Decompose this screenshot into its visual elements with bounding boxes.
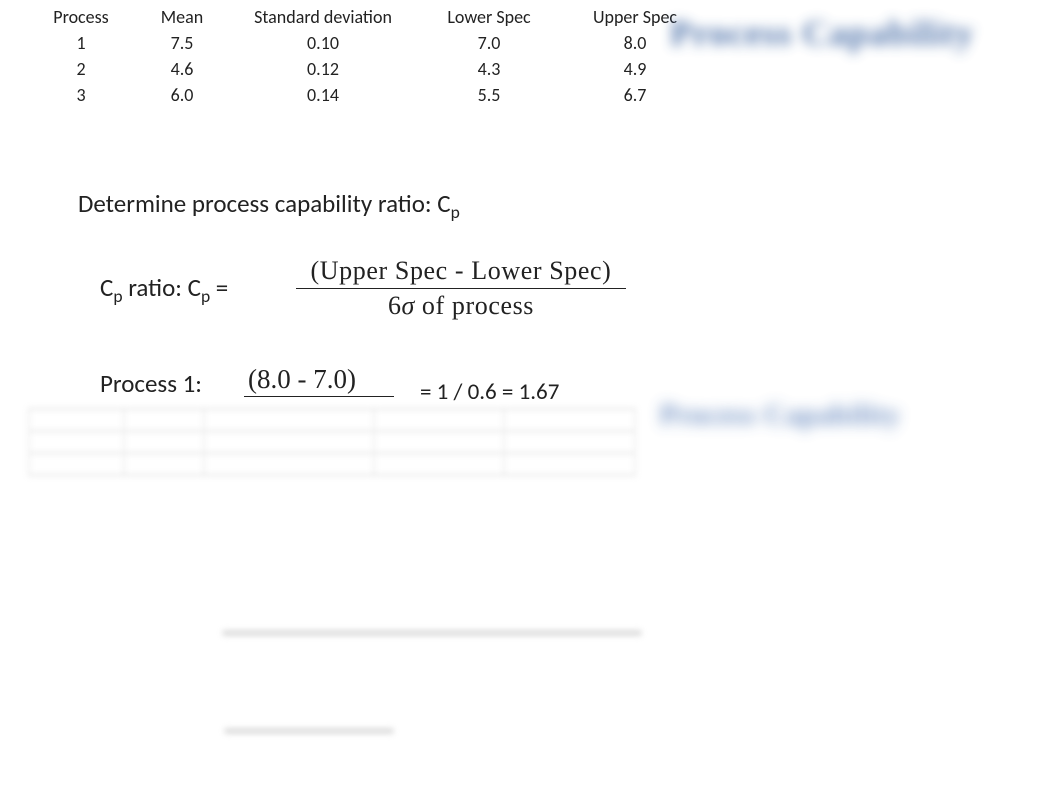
cell-lspec: 4.3 [416, 56, 562, 82]
cell-process: 1 [28, 30, 134, 56]
cp-ratio-text: ratio: C [123, 272, 201, 303]
process-table: Process Mean Standard deviation Lower Sp… [28, 4, 708, 108]
process1-numerator-expression: (8.0 - 7.0) [248, 364, 356, 395]
den-of-process: of process [415, 291, 534, 320]
sigma-symbol: σ [401, 291, 414, 320]
col-header-stdev: Standard deviation [230, 4, 416, 30]
cp-symbol-1: C [100, 272, 113, 303]
col-header-lspec: Lower Spec [416, 4, 562, 30]
cp-equals: = [210, 272, 228, 303]
col-header-mean: Mean [134, 4, 230, 30]
table-header-row: Process Mean Standard deviation Lower Sp… [28, 4, 708, 30]
process1-fraction-bar [244, 396, 394, 397]
cell-uspec: 4.9 [562, 56, 708, 82]
table-row: 2 4.6 0.12 4.3 4.9 [28, 56, 708, 82]
cell-stdev: 0.10 [230, 30, 416, 56]
cell-stdev: 0.14 [230, 82, 416, 108]
heading-text: Determine process capability ratio: C [78, 188, 451, 219]
den-six: 6 [388, 291, 402, 320]
cell-stdev: 0.12 [230, 56, 416, 82]
cell-process: 3 [28, 82, 134, 108]
cell-lspec: 5.5 [416, 82, 562, 108]
heading-subscript: p [451, 201, 460, 223]
cell-mean: 4.6 [134, 56, 230, 82]
blurred-title-top: Process Capability [670, 12, 974, 54]
cell-process: 2 [28, 56, 134, 82]
heading-determine-cp: Determine process capability ratio: Cp [78, 188, 460, 223]
process1-result: = 1 / 0.6 = 1.67 [420, 378, 559, 406]
fraction-denominator: 6σ of process [286, 289, 636, 321]
cell-lspec: 7.0 [416, 30, 562, 56]
cell-uspec: 6.7 [562, 82, 708, 108]
blurred-text-line-1 [222, 630, 642, 636]
cp-formula-fraction: (Upper Spec - Lower Spec) 6σ of process [286, 256, 636, 321]
cp-ratio-label: Cp ratio: Cp = [100, 272, 228, 307]
cp-sub-2: p [201, 285, 210, 307]
table-row: 1 7.5 0.10 7.0 8.0 [28, 30, 708, 56]
cell-mean: 7.5 [134, 30, 230, 56]
table-row: 3 6.0 0.14 5.5 6.7 [28, 82, 708, 108]
process1-label: Process 1: [100, 368, 202, 399]
cell-mean: 6.0 [134, 82, 230, 108]
blurred-table-below [28, 408, 636, 476]
cp-sub-1: p [113, 285, 122, 307]
blurred-title-mid: Process Capability [660, 400, 901, 432]
col-header-process: Process [28, 4, 134, 30]
fraction-numerator: (Upper Spec - Lower Spec) [286, 256, 636, 288]
blurred-text-line-2 [224, 728, 394, 734]
